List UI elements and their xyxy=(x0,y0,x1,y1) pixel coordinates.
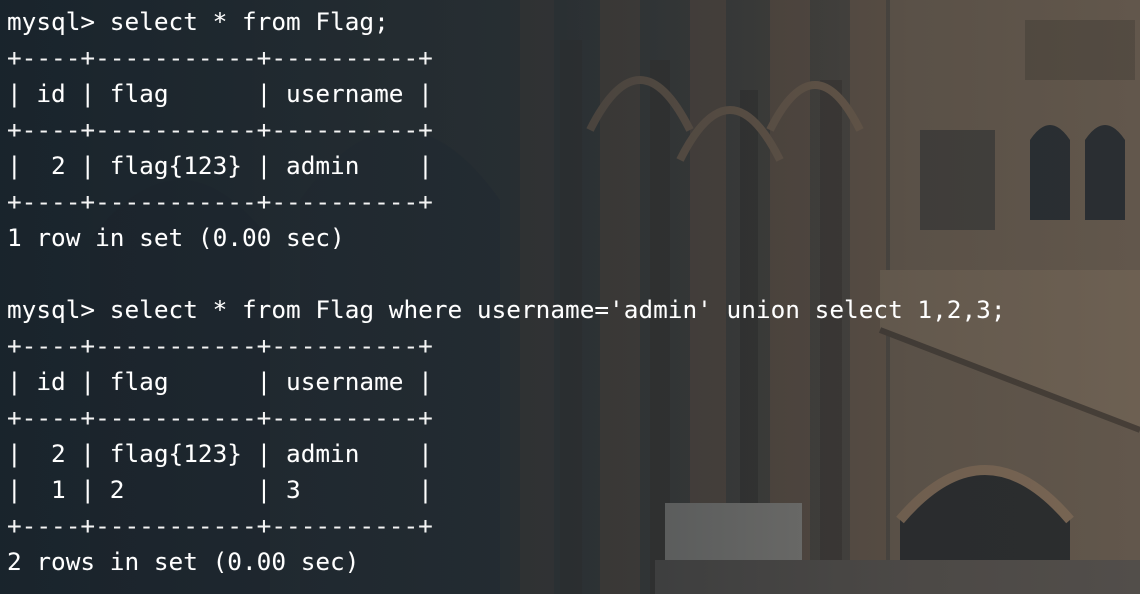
prompt-line: mysql> select * from Flag; xyxy=(7,7,389,36)
table-border-line: +----+-----------+----------+ xyxy=(7,115,433,144)
table-border-line: +----+-----------+----------+ xyxy=(7,187,433,216)
table-border-line: +----+-----------+----------+ xyxy=(7,43,433,72)
table-border-line: +----+-----------+----------+ xyxy=(7,331,433,360)
result-status-line: 1 row in set (0.00 sec) xyxy=(7,223,345,252)
table-header-line: | id | flag | username | xyxy=(7,367,433,396)
table-border-line: +----+-----------+----------+ xyxy=(7,403,433,432)
prompt-line: mysql> select * from Flag where username… xyxy=(7,295,1006,324)
table-row-line: | 2 | flag{123} | admin | xyxy=(7,151,433,180)
table-row-line: | 1 | 2 | 3 | xyxy=(7,475,433,504)
result-status-line: 2 rows in set (0.00 sec) xyxy=(7,547,360,576)
table-border-line: +----+-----------+----------+ xyxy=(7,511,433,540)
table-header-line: | id | flag | username | xyxy=(7,79,433,108)
terminal-window[interactable]: mysql> select * from Flag; +----+--------… xyxy=(0,0,1140,594)
table-row-line: | 2 | flag{123} | admin | xyxy=(7,439,433,468)
terminal-output[interactable]: mysql> select * from Flag; +----+--------… xyxy=(7,4,1006,580)
